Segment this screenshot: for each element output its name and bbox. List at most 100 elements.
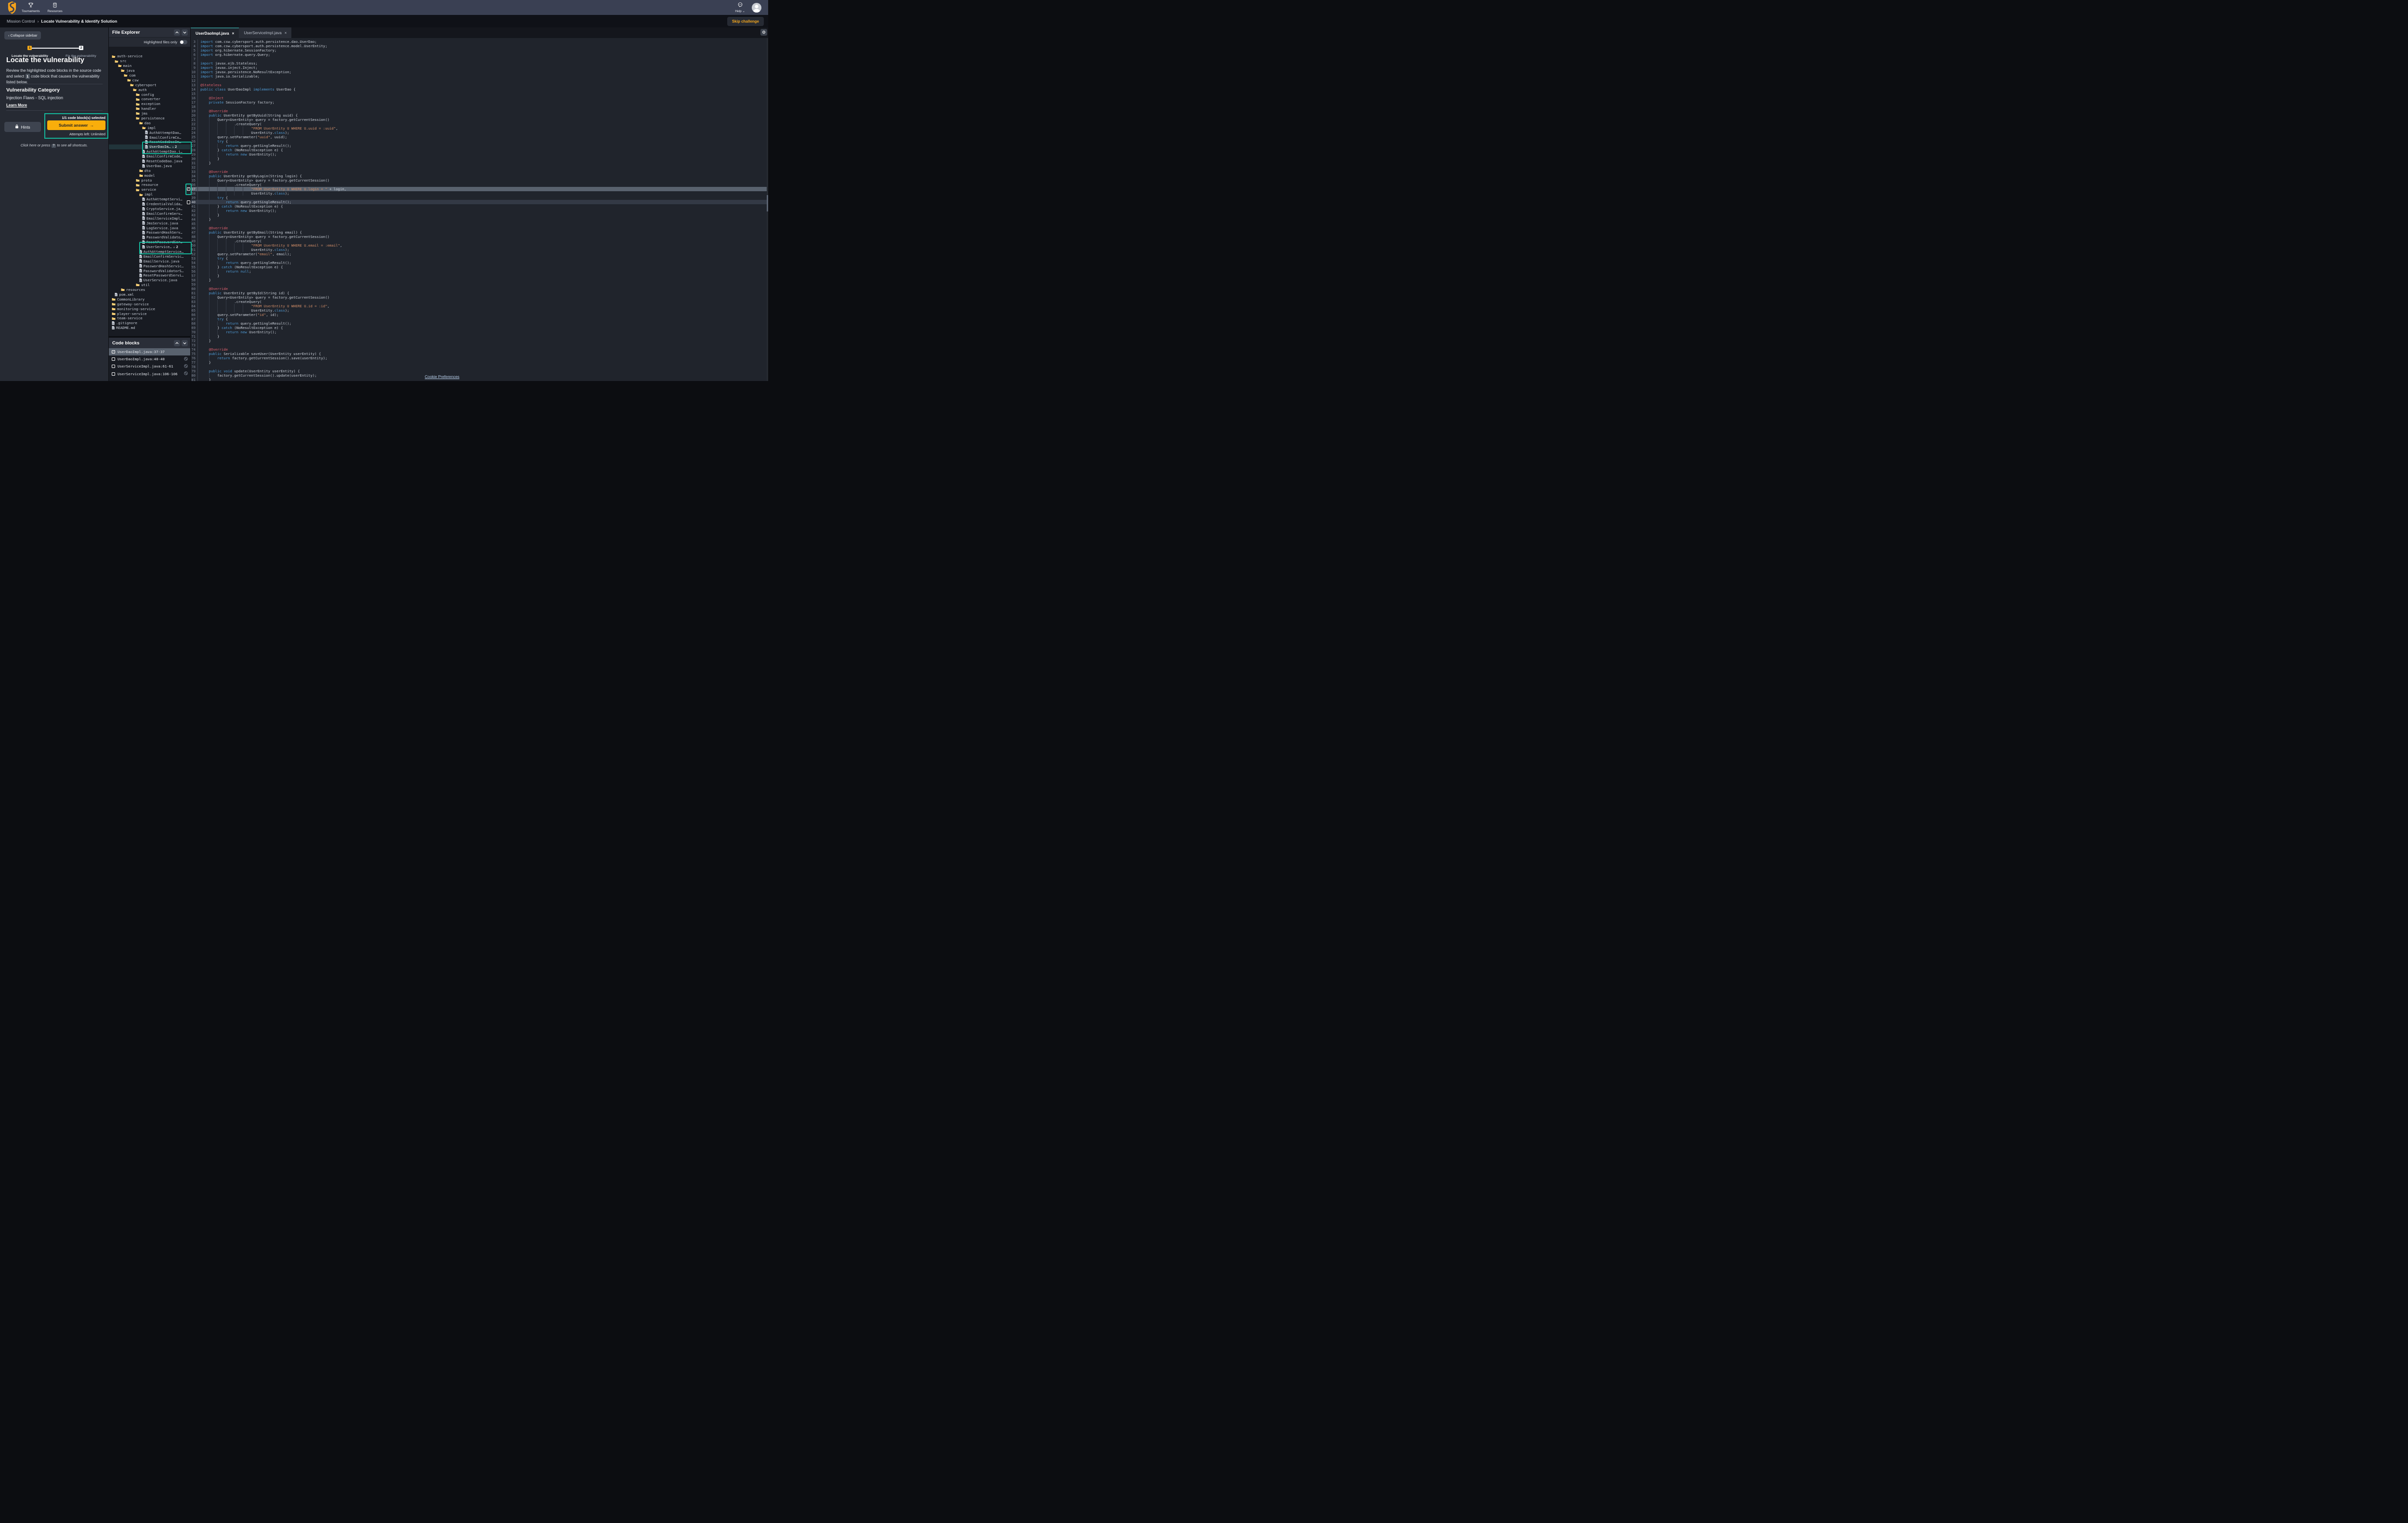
hints-button[interactable]: Hints	[4, 122, 41, 132]
tree-file-.gitignore[interactable]: .gitignore	[109, 321, 190, 326]
tree-folder-java[interactable]: java	[109, 68, 190, 73]
tree-folder-config[interactable]: config	[109, 92, 190, 97]
tab-UserServiceImpl.java[interactable]: UserServiceImpl.java×	[239, 27, 291, 38]
unchecked-checkbox[interactable]	[112, 372, 115, 376]
tree-file-AuthAttemptDao.j[interactable]: AuthAttemptDao.j…	[109, 149, 190, 154]
tree-file-AuthAttemptServi[interactable]: AuthAttemptServi…	[109, 197, 190, 202]
tree-folder-gateway-service[interactable]: gateway-service	[109, 302, 190, 306]
tree-folder-auth[interactable]: auth	[109, 87, 190, 92]
close-icon[interactable]: ×	[232, 31, 235, 36]
code-block-item[interactable]: UserServiceImpl.java:106-106	[109, 370, 190, 378]
tree-folder-src[interactable]: src	[109, 59, 190, 64]
tree-folder-model[interactable]: model	[109, 173, 190, 178]
submit-answer-button[interactable]: Submit answer→	[47, 120, 105, 130]
breadcrumb-root[interactable]: Mission Control	[7, 19, 35, 24]
tree-file-UserService[interactable]: UserService…⚠2	[109, 245, 190, 249]
code-line-40[interactable]: 40 return query.getSingleResult();	[191, 200, 768, 204]
tree-folder-cybersport[interactable]: cybersport	[109, 82, 190, 87]
tree-file-PasswordHashServic[interactable]: PasswordHashServic…	[109, 263, 190, 268]
tree-folder-exception[interactable]: exception	[109, 102, 190, 106]
tree-folder-CommonLibrary[interactable]: CommonLibrary	[109, 297, 190, 302]
tree-folder-auth-service[interactable]: auth-service	[109, 54, 190, 59]
skip-challenge-button[interactable]: Skip challenge	[727, 17, 764, 26]
line-37-checkbox[interactable]: ✓	[187, 187, 191, 191]
code-line-46: 46 @Override	[191, 226, 768, 230]
tree-folder-impl[interactable]: impl	[109, 125, 190, 130]
tree-folder-impl[interactable]: impl	[109, 192, 190, 197]
folder-icon	[139, 174, 143, 177]
tree-folder-persistence[interactable]: persistence	[109, 116, 190, 121]
highlighted-files-toggle[interactable]	[180, 40, 187, 44]
tree-file-CryptoService.ja[interactable]: CryptoService.ja…	[109, 207, 190, 211]
line-40-checkbox[interactable]	[187, 200, 191, 204]
code-block-item[interactable]: UserDaoImpl.java:40-40	[109, 355, 190, 363]
tree-file-pom.xml[interactable]: pom.xml	[109, 292, 190, 297]
code-block-item[interactable]: ✓UserDaoImpl.java:37-37	[109, 348, 190, 355]
tree-file-EmailConfirmServ[interactable]: EmailConfirmServ…	[109, 211, 190, 216]
explorer-prev-button[interactable]	[174, 29, 180, 36]
tree-folder-main[interactable]: main	[109, 64, 190, 68]
tree-file-AuthAttemptDao[interactable]: AuthAttemptDao…	[109, 130, 190, 135]
tree-folder-monitoring-service[interactable]: monitoring-service	[109, 306, 190, 311]
code-blocks-prev-button[interactable]	[174, 340, 180, 346]
tree-folder-jms[interactable]: jms	[109, 111, 190, 116]
tree-folder-player-service[interactable]: player-service	[109, 311, 190, 316]
tree-file-ResetPasswordServi[interactable]: ResetPasswordServi…	[109, 273, 190, 278]
tree-file-JmsService.java[interactable]: JmsService.java	[109, 221, 190, 225]
tree-folder-team-service[interactable]: team-service	[109, 316, 190, 321]
tree-file-EmailServiceImpl[interactable]: EmailServiceImpl…	[109, 216, 190, 221]
help-menu[interactable]: Help ⌄	[735, 2, 745, 13]
tree-file-UserDaoIm[interactable]: UserDaoIm…⚠2	[109, 144, 190, 149]
tree-folder-handler[interactable]: handler	[109, 106, 190, 111]
tree-folder-com[interactable]: com	[109, 73, 190, 78]
tree-file-EmailConfirmCode[interactable]: EmailConfirmCode…	[109, 154, 190, 159]
tree-folder-resource[interactable]: resource	[109, 183, 190, 187]
code-line-37[interactable]: 37 "FROM UserEntity U WHERE U.login = " …	[191, 187, 768, 191]
editor-settings-gear-icon[interactable]: ⚙	[760, 29, 767, 36]
tree-file-EmailService.java[interactable]: EmailService.java	[109, 259, 190, 263]
tree-folder-csw[interactable]: csw	[109, 78, 190, 82]
tree-folder-dto[interactable]: dto	[109, 168, 190, 173]
tree-file-ResetCodeDao.java[interactable]: ResetCodeDao.java	[109, 159, 190, 164]
collapse-sidebar-button[interactable]: ‹ Collapse sidebar	[4, 31, 41, 39]
cookie-preferences-link[interactable]: Cookie Preferences	[425, 375, 459, 379]
code-blocks-next-button[interactable]	[182, 340, 188, 346]
brand-logo-icon[interactable]	[6, 1, 18, 14]
tree-file-README.md[interactable]: README.md	[109, 326, 190, 330]
tree-folder-dao[interactable]: dao	[109, 120, 190, 125]
tree-folder-proto[interactable]: proto	[109, 178, 190, 183]
unchecked-checkbox[interactable]	[112, 357, 115, 361]
tree-file-PasswordValidatorS[interactable]: PasswordValidatorS…	[109, 268, 190, 273]
tree-file-UserService.java[interactable]: UserService.java	[109, 278, 190, 283]
code-block-item[interactable]: UserServiceImpl.java:61-61	[109, 363, 190, 370]
tree-file-PasswordValidato[interactable]: PasswordValidato…	[109, 235, 190, 240]
explorer-next-button[interactable]	[182, 29, 188, 36]
tree-folder-resources[interactable]: resources	[109, 288, 190, 292]
tree-file-AuthAttemptService[interactable]: AuthAttemptService…	[109, 249, 190, 254]
tree-file-CredentialValida[interactable]: CredentialValida…	[109, 202, 190, 207]
learn-more-link[interactable]: Learn More	[6, 103, 27, 107]
tree-file-PasswordHashServ[interactable]: PasswordHashServ…	[109, 230, 190, 235]
editor-scrollbar[interactable]	[767, 38, 768, 381]
tab-UserDaoImpl.java[interactable]: UserDaoImpl.java×	[191, 27, 239, 38]
tree-folder-service[interactable]: service	[109, 187, 190, 192]
unchecked-checkbox[interactable]	[112, 365, 115, 368]
tree-file-EmailConfirmServic[interactable]: EmailConfirmServic…	[109, 254, 190, 259]
nav-resources[interactable]: Resources	[48, 2, 63, 13]
tree-item-label: EmailConfirmCode…	[146, 154, 183, 158]
nav-tournaments[interactable]: Tournaments	[22, 2, 40, 13]
tree-file-ResetCodeDaoIm[interactable]: ResetCodeDaoIm…	[109, 140, 190, 144]
close-icon[interactable]: ×	[285, 31, 287, 35]
tree-folder-util[interactable]: util	[109, 283, 190, 288]
checked-checkbox[interactable]: ✓	[112, 350, 115, 354]
tree-file-LogService.java[interactable]: LogService.java	[109, 225, 190, 230]
tree-item-label: auth-service	[117, 54, 143, 58]
shortcuts-hint[interactable]: Click here or press ? to see all shortcu…	[0, 143, 108, 148]
tree-folder-converter[interactable]: converter	[109, 97, 190, 102]
editor-scrollbar-thumb[interactable]	[767, 195, 768, 211]
tree-file-UserDao.java[interactable]: UserDao.java	[109, 163, 190, 168]
tree-file-ResetPasswordSer[interactable]: ResetPasswordSer…	[109, 240, 190, 245]
code-line-27: 27 return query.getSingleResult();	[191, 144, 768, 148]
tree-file-EmailConfirmCo[interactable]: EmailConfirmCo…	[109, 135, 190, 140]
avatar[interactable]	[752, 3, 761, 13]
